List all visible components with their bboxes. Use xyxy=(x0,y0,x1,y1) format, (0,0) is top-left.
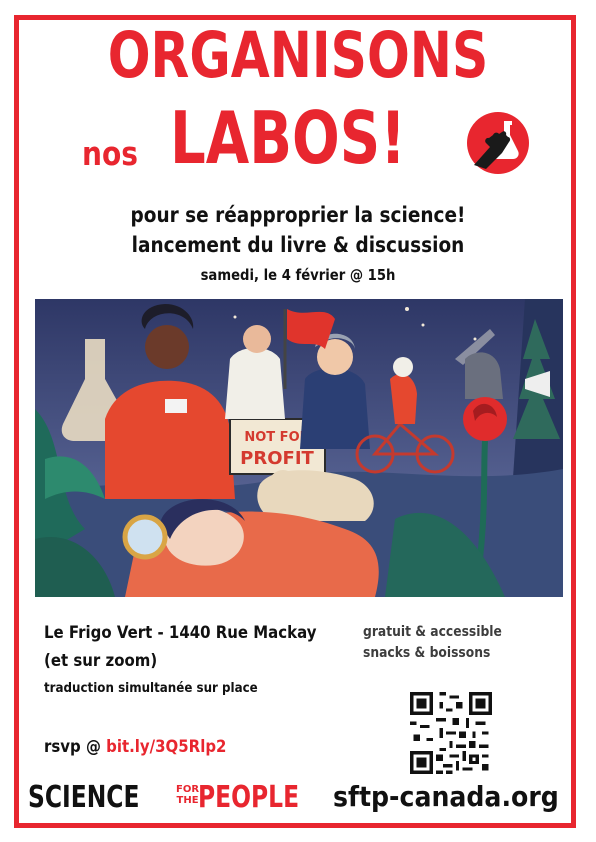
brand-science: SCIENCE xyxy=(28,780,140,815)
venue-address: Le Frigo Vert - 1440 Rue Mackay xyxy=(44,623,317,643)
venue-zoom: (et sur zoom) xyxy=(44,651,158,671)
rsvp-line: rsvp @ bit.ly/3Q5Rlp2 xyxy=(44,737,226,757)
headline-labos: LABOS! xyxy=(170,96,406,180)
extras-snacks: snacks & boissons xyxy=(363,645,491,661)
brand-for: FOR xyxy=(176,784,200,795)
event-date: samedi, le 4 février @ 15h xyxy=(200,266,396,284)
headline-nos: nos xyxy=(82,134,138,173)
sign-text-line-1: NOT FOR xyxy=(244,430,309,445)
brand-for-the: FOR THE xyxy=(176,784,199,806)
headline-organisons: ORGANISONS xyxy=(107,19,489,92)
subtitle-line-1: pour se réapproprier la science! xyxy=(130,203,466,227)
poster-illustration: NOT FOR PROFIT xyxy=(35,299,563,597)
brand-the: THE xyxy=(176,795,199,806)
qr-code[interactable] xyxy=(410,692,492,774)
rsvp-link[interactable]: bit.ly/3Q5Rlp2 xyxy=(106,737,226,757)
extras-free-accessible: gratuit & accessible xyxy=(363,624,502,640)
venue-translation: traduction simultanée sur place xyxy=(44,680,258,696)
raised-fist-flask-icon xyxy=(467,112,529,174)
brand-people: PEOPLE xyxy=(198,780,300,815)
rsvp-label: rsvp @ xyxy=(44,737,101,757)
subtitle-line-2: lancement du livre & discussion xyxy=(131,233,465,257)
sign-text-line-2: PROFIT xyxy=(240,448,314,469)
website-url[interactable]: sftp-canada.org xyxy=(333,780,559,813)
